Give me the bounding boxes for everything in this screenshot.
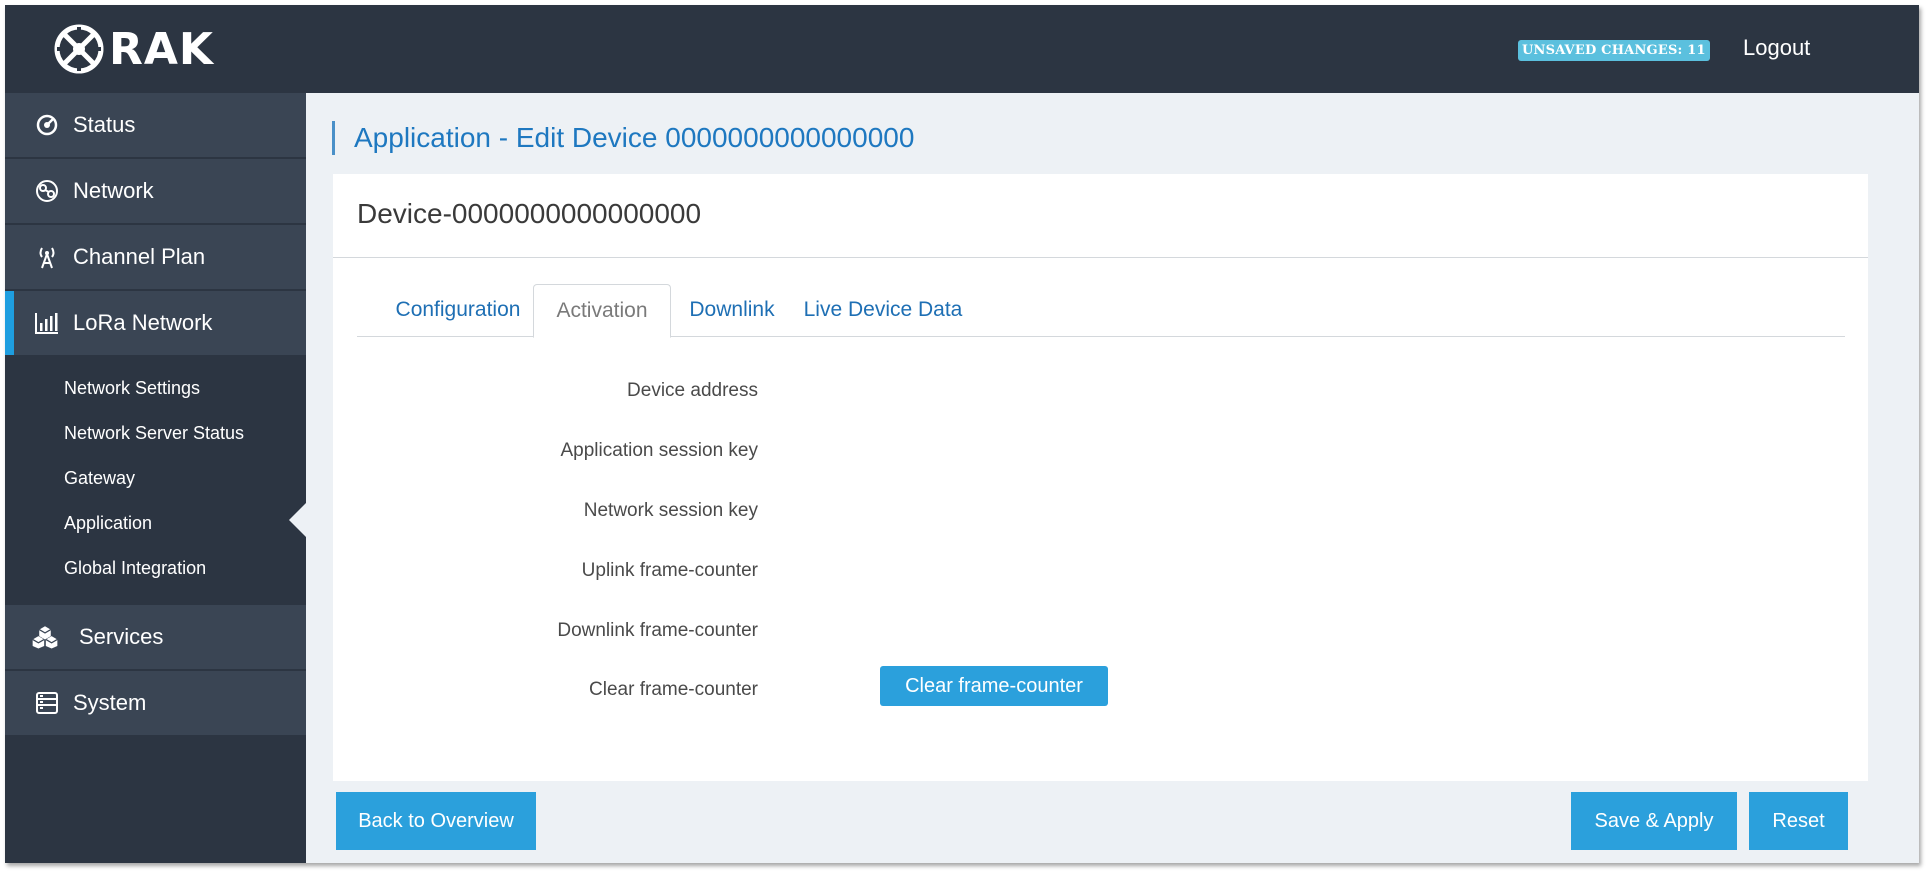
status-icon (33, 111, 61, 139)
subnav-global-integration[interactable]: Global Integration (64, 558, 206, 579)
active-item-pointer (289, 503, 306, 537)
subnav-application[interactable]: Application (64, 513, 152, 534)
sidebar-item-services[interactable]: Services (5, 605, 306, 669)
device-card: Device-0000000000000000 Configuration Ac… (333, 174, 1868, 781)
sidebar-item-system[interactable]: System (5, 671, 306, 735)
cubes-icon (31, 623, 59, 651)
rak-logo-icon (54, 24, 104, 74)
label-uplink-frame-counter: Uplink frame-counter (581, 560, 758, 581)
top-header: RAK UNSAVED CHANGES: 11 Logout (5, 5, 1919, 93)
label-device-address: Device address (627, 380, 758, 401)
tab-live-device-data[interactable]: Live Device Data (793, 284, 973, 337)
logout-link[interactable]: Logout (1743, 35, 1810, 61)
tab-downlink[interactable]: Downlink (679, 284, 785, 337)
tab-activation[interactable]: Activation (533, 284, 671, 338)
subnav-network-server-status[interactable]: Network Server Status (64, 423, 244, 444)
save-apply-button[interactable]: Save & Apply (1571, 792, 1737, 850)
subnav-gateway[interactable]: Gateway (64, 468, 135, 489)
back-to-overview-button[interactable]: Back to Overview (336, 792, 536, 850)
logo-text: RAK (109, 23, 215, 75)
sidebar-item-network[interactable]: Network (5, 159, 306, 223)
page-title-accent (332, 121, 335, 155)
label-network-session-key: Network session key (583, 500, 758, 521)
reset-button[interactable]: Reset (1749, 792, 1848, 850)
label-application-session-key: Application session key (560, 440, 759, 461)
device-title: Device-0000000000000000 (357, 198, 702, 229)
server-icon (33, 689, 61, 717)
tab-configuration[interactable]: Configuration (379, 284, 537, 337)
label-downlink-frame-counter: Downlink frame-counter (557, 620, 758, 641)
signal-bars-icon (33, 309, 61, 337)
divider (333, 257, 1868, 258)
sidebar-item-lora-network[interactable]: LoRa Network (5, 291, 306, 355)
app-window: RAK UNSAVED CHANGES: 11 Logout Status Ne… (5, 5, 1919, 863)
unsaved-changes-badge[interactable]: UNSAVED CHANGES: 11 (1518, 40, 1710, 61)
sidebar-item-status[interactable]: Status (5, 93, 306, 157)
sidebar-item-channel-plan[interactable]: Channel Plan (5, 225, 306, 289)
page-title: Application - Edit Device 00000000000000… (354, 122, 915, 153)
sidebar-item-label: LoRa Network (73, 310, 213, 335)
clear-frame-counter-button[interactable]: Clear frame-counter (880, 666, 1108, 706)
sidebar-item-label: Channel Plan (73, 244, 206, 269)
antenna-icon (33, 243, 61, 271)
brand-logo[interactable]: RAK (53, 23, 214, 75)
label-clear-frame-counter: Clear frame-counter (589, 679, 758, 700)
sidebar: Status Network Channel Plan LoRa Network… (5, 93, 306, 863)
sidebar-item-label: Services (79, 624, 164, 649)
sidebar-item-label: System (73, 690, 147, 715)
network-icon (33, 177, 61, 205)
tab-bar: Configuration Activation Downlink Live D… (357, 284, 1845, 338)
subnav-network-settings[interactable]: Network Settings (64, 378, 200, 399)
sidebar-item-label: Status (73, 112, 136, 137)
sidebar-item-label: Network (73, 178, 154, 203)
